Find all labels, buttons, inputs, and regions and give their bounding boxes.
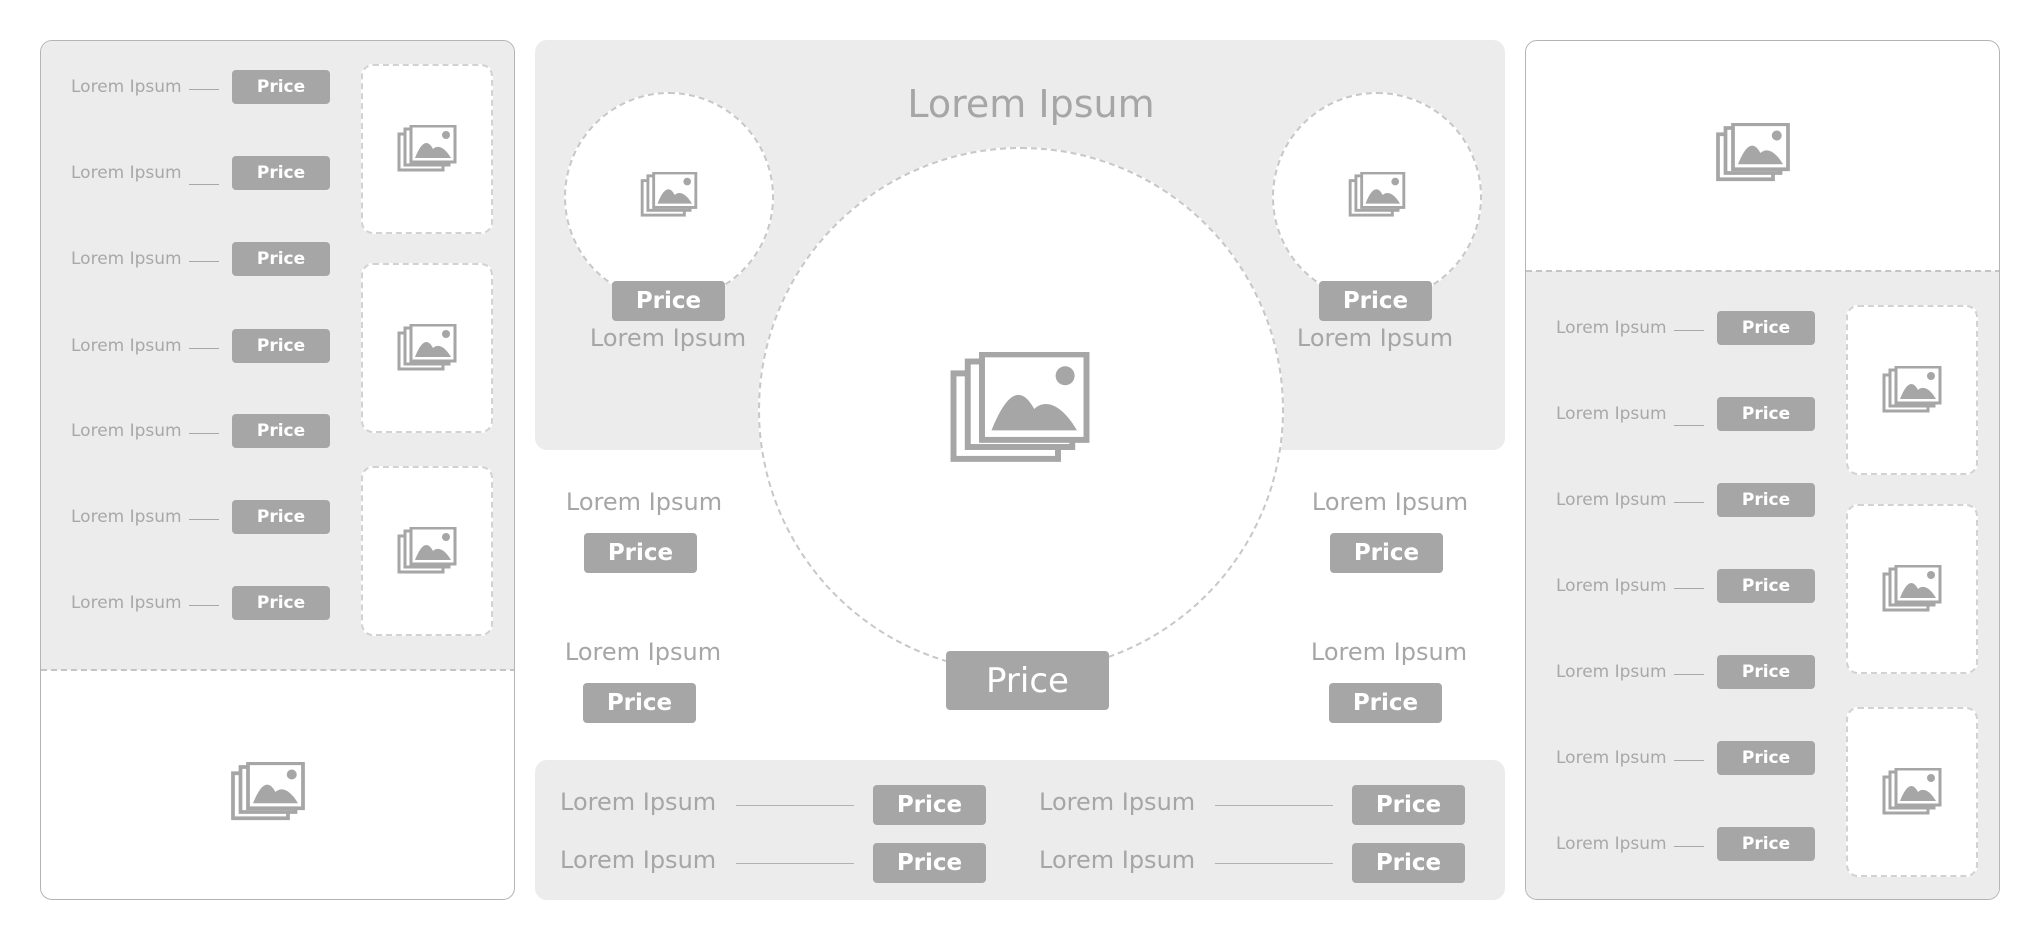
menu-item-label: Lorem Ipsum — [1556, 490, 1667, 510]
image-placeholder-box — [361, 466, 493, 636]
price-badge[interactable]: Price — [612, 281, 725, 321]
price-badge[interactable]: Price — [232, 70, 330, 104]
circle-item-label: Lorem Ipsum — [589, 324, 747, 352]
price-badge[interactable]: Price — [1319, 281, 1432, 321]
price-badge[interactable]: Price — [232, 329, 330, 363]
menu-item-label: Lorem Ipsum — [71, 249, 182, 269]
price-badge[interactable]: Price — [873, 843, 986, 883]
image-stack-icon — [1348, 172, 1406, 218]
price-badge[interactable]: Price — [232, 414, 330, 448]
image-stack-icon — [1715, 123, 1791, 183]
menu-item-label: Lorem Ipsum — [71, 163, 182, 183]
menu-item-label: Lorem Ipsum — [1556, 318, 1667, 338]
price-badge[interactable]: Price — [1717, 483, 1815, 517]
menu-item-dash — [1674, 330, 1704, 331]
hero-price-badge[interactable]: Price — [946, 651, 1109, 710]
menu-item-dash — [1674, 425, 1704, 426]
right-panel-divider — [1526, 270, 1999, 272]
price-badge[interactable]: Price — [583, 683, 696, 723]
right-menu-panel: Lorem Ipsum Price Lorem Ipsum Price Lore… — [1525, 40, 2000, 900]
menu-item-dash — [189, 433, 219, 434]
image-stack-icon — [230, 762, 306, 822]
price-badge[interactable]: Price — [1717, 655, 1815, 689]
menu-item-label: Lorem Ipsum — [71, 421, 182, 441]
image-placeholder-box — [361, 64, 493, 234]
side-item-label: Lorem Ipsum — [564, 638, 722, 666]
image-stack-icon — [1882, 565, 1942, 613]
menu-item-label: Lorem Ipsum — [1556, 662, 1667, 682]
side-item-label: Lorem Ipsum — [565, 488, 723, 516]
menu-item-dash — [1674, 760, 1704, 761]
bottom-item-label: Lorem Ipsum — [1039, 788, 1196, 816]
image-stack-icon — [1882, 768, 1942, 816]
menu-item-label: Lorem Ipsum — [71, 593, 182, 613]
image-placeholder-box — [1846, 504, 1978, 674]
price-badge[interactable]: Price — [873, 785, 986, 825]
image-placeholder-box — [1846, 305, 1978, 475]
menu-item-label: Lorem Ipsum — [71, 336, 182, 356]
menu-item-dash — [189, 519, 219, 520]
menu-item-dash — [189, 89, 219, 90]
price-badge[interactable]: Price — [232, 586, 330, 620]
menu-item-label: Lorem Ipsum — [71, 507, 182, 527]
price-badge[interactable]: Price — [1329, 683, 1442, 723]
price-badge[interactable]: Price — [1717, 397, 1815, 431]
menu-item-dash — [189, 184, 219, 185]
menu-item-dash — [189, 261, 219, 262]
price-badge[interactable]: Price — [1717, 311, 1815, 345]
bottom-item-label: Lorem Ipsum — [1039, 846, 1196, 874]
menu-item-label: Lorem Ipsum — [1556, 576, 1667, 596]
menu-item-label: Lorem Ipsum — [1556, 404, 1667, 424]
side-item-label: Lorem Ipsum — [1310, 638, 1468, 666]
price-badge[interactable]: Price — [1352, 843, 1465, 883]
price-badge[interactable]: Price — [1717, 827, 1815, 861]
price-badge[interactable]: Price — [1330, 533, 1443, 573]
menu-item-label: Lorem Ipsum — [1556, 834, 1667, 854]
menu-item-label: Lorem Ipsum — [1556, 748, 1667, 768]
bottom-item-line — [1215, 805, 1333, 806]
side-item-label: Lorem Ipsum — [1311, 488, 1469, 516]
price-badge[interactable]: Price — [232, 500, 330, 534]
price-badge[interactable]: Price — [1717, 569, 1815, 603]
price-badge[interactable]: Price — [584, 533, 697, 573]
image-stack-icon — [397, 527, 457, 575]
bottom-item-line — [1215, 863, 1333, 864]
image-placeholder-box — [361, 263, 493, 433]
image-stack-icon — [397, 125, 457, 173]
image-stack-icon — [948, 352, 1092, 466]
price-badge[interactable]: Price — [1352, 785, 1465, 825]
menu-item-dash — [1674, 846, 1704, 847]
menu-item-dash — [189, 348, 219, 349]
bottom-item-line — [736, 805, 854, 806]
menu-item-label: Lorem Ipsum — [71, 77, 182, 97]
price-badge[interactable]: Price — [1717, 741, 1815, 775]
image-stack-icon — [397, 324, 457, 372]
bottom-item-label: Lorem Ipsum — [560, 846, 717, 874]
image-placeholder-box — [1846, 707, 1978, 877]
left-panel-divider — [41, 669, 514, 671]
left-menu-panel: Lorem Ipsum Price Lorem Ipsum Price Lore… — [40, 40, 515, 900]
price-badge[interactable]: Price — [232, 242, 330, 276]
menu-item-dash — [1674, 502, 1704, 503]
menu-item-dash — [1674, 674, 1704, 675]
bottom-item-line — [736, 863, 854, 864]
circle-item-label: Lorem Ipsum — [1296, 324, 1454, 352]
center-title: Lorem Ipsum — [907, 82, 1155, 126]
bottom-item-label: Lorem Ipsum — [560, 788, 717, 816]
image-stack-icon — [1882, 366, 1942, 414]
menu-item-dash — [189, 605, 219, 606]
price-badge[interactable]: Price — [232, 156, 330, 190]
image-stack-icon — [640, 172, 698, 218]
menu-item-dash — [1674, 588, 1704, 589]
